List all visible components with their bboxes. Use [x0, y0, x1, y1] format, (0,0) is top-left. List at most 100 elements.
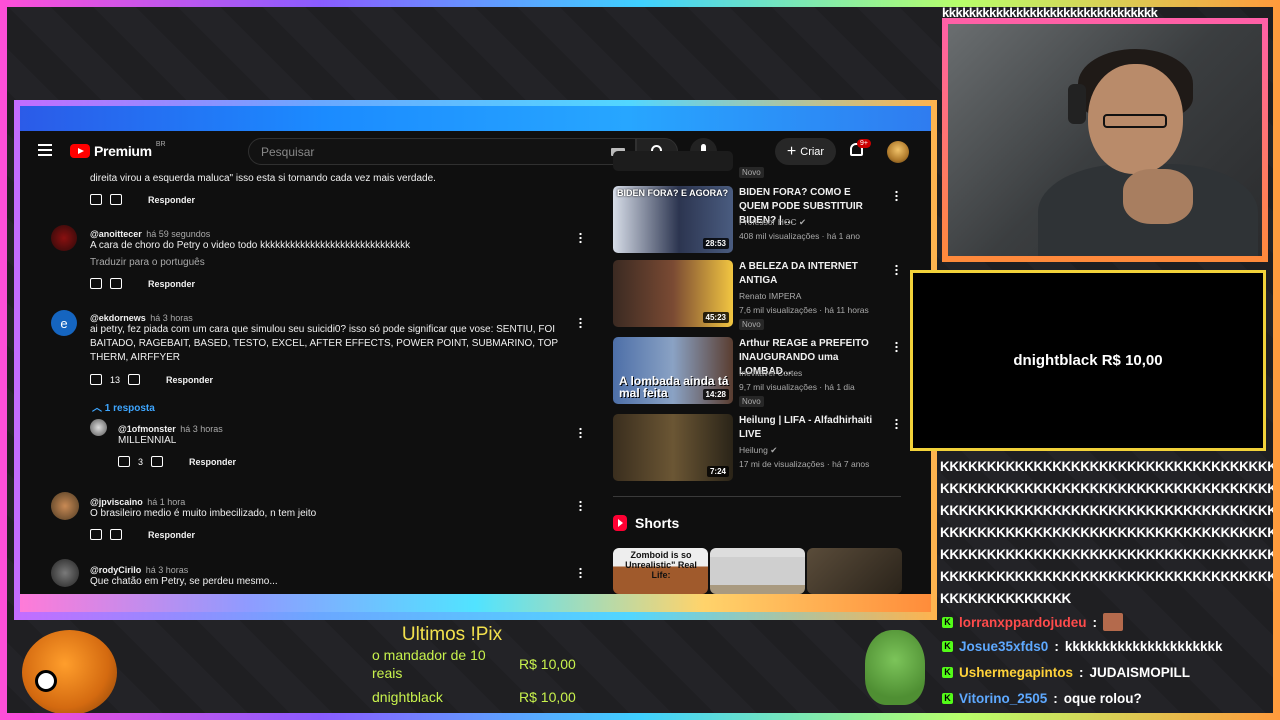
video-item[interactable]: BIDEN FORA? E AGORA? 28:53 BIDEN FORA? C…: [613, 186, 903, 256]
comment-author[interactable]: @1ofmonster: [118, 424, 176, 434]
video-duration: 28:53: [702, 238, 729, 249]
video-thumbnail[interactable]: 7:24: [613, 414, 733, 481]
like-icon[interactable]: [90, 278, 102, 289]
thumbnail-text: BIDEN FORA? E AGORA?: [617, 188, 729, 198]
avatar[interactable]: [51, 492, 79, 520]
video-thumbnail[interactable]: 45:23: [613, 260, 733, 327]
like-icon[interactable]: [90, 194, 102, 205]
reply-button[interactable]: Responder: [148, 279, 195, 289]
video-title[interactable]: Heilung | LIFA - Alfadhirhaiti LIVE: [739, 414, 883, 442]
avatar[interactable]: [90, 419, 107, 436]
dislike-icon[interactable]: [110, 194, 122, 205]
create-label: Criar: [800, 145, 825, 158]
comment-time[interactable]: há 1 hora: [147, 497, 185, 507]
create-button[interactable]: + Criar: [775, 138, 836, 165]
video-item[interactable]: 45:23 A BELEZA DA INTERNET ANTIGA Renato…: [613, 260, 903, 330]
short-thumbnail[interactable]: Zomboid is so Unrealistic" Real Life:: [613, 548, 708, 594]
reply-button[interactable]: Responder: [148, 530, 195, 540]
comment-time[interactable]: há 3 horas: [180, 424, 223, 434]
like-icon[interactable]: [90, 374, 102, 385]
comment-time[interactable]: há 3 horas: [146, 565, 189, 575]
comment-text: ai petry, fez piada com um cara que simu…: [90, 324, 558, 363]
video-channel[interactable]: Inevitável Cortes: [739, 368, 802, 378]
comment-menu-icon[interactable]: [579, 317, 582, 329]
pix-title: Ultimos !Pix: [401, 624, 503, 645]
replies-count: 1 resposta: [104, 403, 155, 414]
comment-time[interactable]: há 59 segundos: [146, 229, 210, 239]
avatar[interactable]: [51, 559, 79, 587]
comment-menu-icon[interactable]: [579, 500, 582, 512]
comment-author[interactable]: @rodyCirilo: [90, 565, 141, 575]
chat-separator: :: [1079, 665, 1084, 680]
dislike-icon[interactable]: [110, 278, 122, 289]
like-icon[interactable]: [90, 529, 102, 540]
comment-author[interactable]: @ekdornews: [90, 313, 146, 323]
comment-actions: Responder: [90, 278, 195, 289]
mascot-image: [22, 630, 117, 715]
comment-menu-icon[interactable]: [579, 427, 582, 439]
video-item-partial[interactable]: Novo: [613, 151, 903, 181]
youtube-logo[interactable]: Premium BR: [70, 141, 166, 159]
comment-text: A cara de choro do Petry o video todo kk…: [90, 240, 411, 251]
hamburger-menu-icon[interactable]: [38, 144, 52, 156]
video-channel[interactable]: Renato IMPERA: [739, 291, 801, 301]
emote-icon: [1103, 613, 1124, 631]
comment-menu-icon[interactable]: [579, 232, 582, 244]
pix-name: reais: [372, 665, 403, 681]
short-thumbnail[interactable]: [710, 548, 805, 594]
comment-author[interactable]: @anoittecer: [90, 229, 142, 239]
chat-username[interactable]: Ushermegapintos: [959, 665, 1073, 680]
video-channel[interactable]: Professor HOC ✔: [739, 217, 806, 228]
reply-button[interactable]: Responder: [148, 195, 195, 205]
chat-username[interactable]: Josue35xfds0: [959, 639, 1048, 654]
kick-badge-icon: K: [942, 693, 953, 704]
chat-line: KKKKKKKKKKKKKKKKKKKKKKKKKKKKKKKKKKKKKKKK: [940, 459, 1280, 474]
reply-button[interactable]: Responder: [166, 375, 213, 385]
chat-line: KKKKKKKKKKKKKK: [940, 591, 1071, 606]
video-thumbnail[interactable]: A lombada ainda tá mal feita 14:28: [613, 337, 733, 404]
video-item[interactable]: 7:24 Heilung | LIFA - Alfadhirhaiti LIVE…: [613, 414, 903, 484]
video-menu-icon[interactable]: [895, 264, 898, 276]
like-count: 13: [110, 374, 121, 385]
search-input[interactable]: Pesquisar: [248, 138, 636, 165]
comment-author[interactable]: @jpviscaino: [90, 497, 143, 507]
chat-username[interactable]: lorranxppardojudeu: [959, 615, 1087, 630]
translate-link[interactable]: Traduzir para o português: [90, 257, 205, 268]
comment-menu-icon[interactable]: [579, 567, 582, 579]
youtube-header: Premium BR Pesquisar + Criar 9+: [20, 131, 931, 171]
short-thumbnail[interactable]: [807, 548, 902, 594]
video-menu-icon[interactable]: [895, 190, 898, 202]
video-channel[interactable]: Heilung ✔: [739, 445, 777, 456]
youtube-page: Premium BR Pesquisar + Criar 9+ direita v…: [20, 131, 931, 594]
kick-badge-icon: K: [942, 667, 953, 678]
chat-text: oque rolou?: [1063, 691, 1142, 706]
dislike-icon[interactable]: [110, 529, 122, 540]
account-avatar[interactable]: [887, 141, 909, 163]
donation-alert: dnightblack R$ 10,00: [910, 270, 1266, 451]
chat-line: KKKKKKKKKKKKKKKKKKKKKKKKKKKKKKKKKKKKKKKK: [940, 481, 1280, 496]
video-menu-icon[interactable]: [895, 341, 898, 353]
chat-spam-block: KKKKKKKKKKKKKKKKKKKKKKKKKKKKKKKKKKKKKKKK…: [940, 456, 1280, 610]
dislike-icon[interactable]: [128, 374, 141, 385]
video-title[interactable]: A BELEZA DA INTERNET ANTIGA: [739, 260, 883, 288]
like-count: 3: [138, 456, 144, 467]
video-thumbnail[interactable]: [613, 151, 733, 171]
chat-separator: :: [1092, 614, 1098, 630]
dislike-icon[interactable]: [151, 456, 164, 467]
comment-time[interactable]: há 3 horas: [150, 313, 193, 323]
avatar[interactable]: [51, 225, 77, 251]
chat-username[interactable]: Vitorino_2505: [959, 691, 1047, 706]
video-stats: 408 mil visualizações · há 1 ano: [739, 231, 860, 241]
video-item[interactable]: A lombada ainda tá mal feita 14:28 Arthu…: [613, 337, 903, 407]
video-menu-icon[interactable]: [895, 418, 898, 430]
comments-section: direita virou a esquerda maluca" isso es…: [20, 171, 600, 594]
comment-actions: 13 Responder: [90, 374, 213, 385]
reply-button[interactable]: Responder: [189, 457, 236, 467]
like-icon[interactable]: [118, 456, 130, 467]
video-thumbnail[interactable]: BIDEN FORA? E AGORA? 28:53: [613, 186, 733, 253]
chat-text: kkkkkkkkkkkkkkkkkkkkk: [1064, 639, 1223, 654]
notification-badge: 9+: [857, 139, 871, 148]
pix-name: o mandador de 10: [372, 647, 486, 663]
replies-toggle[interactable]: ︿ 1 resposta: [92, 399, 155, 414]
channel-name: Professor HOC: [739, 217, 797, 227]
